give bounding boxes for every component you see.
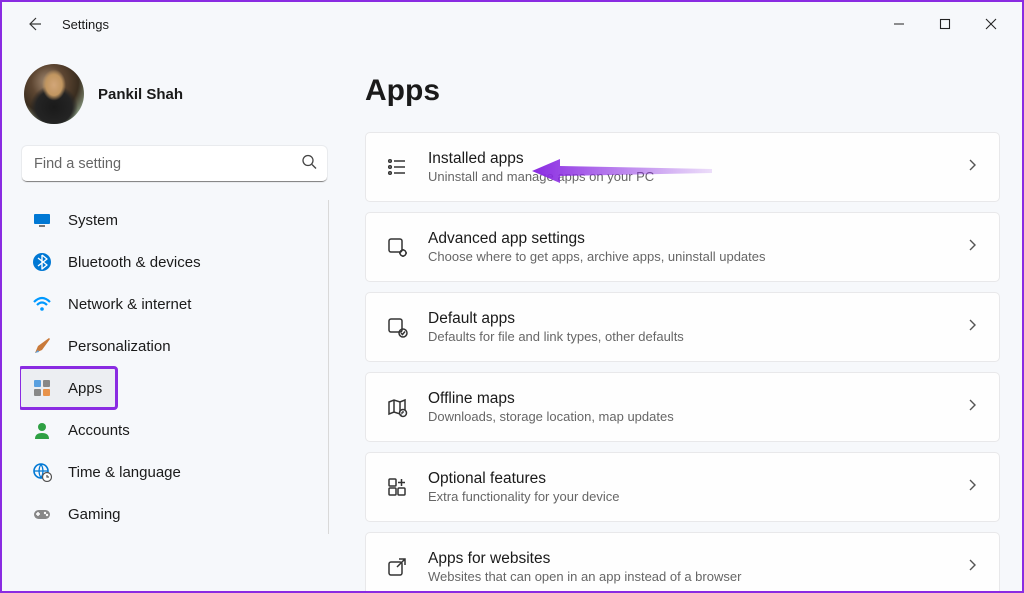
card-subtitle: Extra functionality for your device [428, 489, 945, 504]
minimize-button[interactable] [876, 8, 922, 40]
card-body: Advanced app settings Choose where to ge… [428, 230, 945, 264]
chevron-right-icon [965, 158, 979, 177]
sidebar-item-label: Accounts [68, 422, 130, 439]
card-subtitle: Uninstall and manage apps on your PC [428, 169, 945, 184]
plus-grid-icon [386, 476, 408, 498]
sidebar-item-bluetooth[interactable]: Bluetooth & devices [20, 242, 322, 282]
window-controls [876, 8, 1014, 40]
avatar [24, 64, 84, 124]
sidebar-item-apps[interactable]: Apps [20, 368, 116, 408]
wifi-icon [32, 294, 52, 314]
person-icon [32, 420, 52, 440]
card-body: Apps for websites Websites that can open… [428, 550, 945, 584]
globe-clock-icon [32, 462, 52, 482]
card-default[interactable]: Default apps Defaults for file and link … [365, 292, 1000, 362]
chevron-right-icon [965, 398, 979, 417]
card-websites[interactable]: Apps for websites Websites that can open… [365, 532, 1000, 591]
card-body: Offline maps Downloads, storage location… [428, 390, 945, 424]
bluetooth-icon [32, 252, 52, 272]
sidebar-item-label: Time & language [68, 464, 181, 481]
main-content: Apps Installed apps Uninstall and manage… [337, 46, 1022, 591]
apps-icon [32, 378, 52, 398]
close-button[interactable] [968, 8, 1014, 40]
sidebar-item-accounts[interactable]: Accounts [20, 410, 322, 450]
sidebar-item-system[interactable]: System [20, 200, 322, 240]
card-title: Offline maps [428, 390, 945, 408]
card-subtitle: Defaults for file and link types, other … [428, 329, 945, 344]
card-title: Default apps [428, 310, 945, 328]
sidebar-item-label: Network & internet [68, 296, 191, 313]
card-body: Installed apps Uninstall and manage apps… [428, 150, 945, 184]
gamepad-icon [32, 504, 52, 524]
chevron-right-icon [965, 558, 979, 577]
card-offline[interactable]: Offline maps Downloads, storage location… [365, 372, 1000, 442]
sidebar-item-time[interactable]: Time & language [20, 452, 322, 492]
sidebar-item-label: System [68, 212, 118, 229]
search-icon [301, 154, 317, 175]
sidebar-item-label: Personalization [68, 338, 171, 355]
card-body: Optional features Extra functionality fo… [428, 470, 945, 504]
sidebar: Pankil Shah System Bluetooth & devices Net… [2, 46, 337, 591]
app-gear-icon [386, 236, 408, 258]
chevron-right-icon [965, 238, 979, 257]
sidebar-item-label: Bluetooth & devices [68, 254, 201, 271]
card-list: Installed apps Uninstall and manage apps… [365, 132, 1000, 591]
card-installed[interactable]: Installed apps Uninstall and manage apps… [365, 132, 1000, 202]
card-title: Optional features [428, 470, 945, 488]
profile[interactable]: Pankil Shah [20, 64, 329, 146]
card-body: Default apps Defaults for file and link … [428, 310, 945, 344]
card-title: Apps for websites [428, 550, 945, 568]
card-subtitle: Choose where to get apps, archive apps, … [428, 249, 945, 264]
maximize-button[interactable] [922, 8, 968, 40]
card-advanced[interactable]: Advanced app settings Choose where to ge… [365, 212, 1000, 282]
brush-icon [32, 336, 52, 356]
sidebar-item-label: Apps [68, 380, 102, 397]
list-icon [386, 156, 408, 178]
sidebar-item-network[interactable]: Network & internet [20, 284, 322, 324]
window-title: Settings [62, 17, 109, 32]
card-subtitle: Websites that can open in an app instead… [428, 569, 945, 584]
page-title: Apps [365, 74, 1000, 108]
card-title: Advanced app settings [428, 230, 945, 248]
search-box [22, 146, 327, 182]
card-title: Installed apps [428, 150, 945, 168]
external-icon [386, 556, 408, 578]
sidebar-nav: System Bluetooth & devices Network & inter… [20, 200, 329, 534]
profile-name: Pankil Shah [98, 86, 183, 103]
search-input[interactable] [22, 146, 327, 182]
app-check-icon [386, 316, 408, 338]
titlebar: Settings [2, 2, 1022, 46]
card-subtitle: Downloads, storage location, map updates [428, 409, 945, 424]
chevron-right-icon [965, 318, 979, 337]
back-button[interactable] [24, 14, 44, 34]
chevron-right-icon [965, 478, 979, 497]
sidebar-item-label: Gaming [68, 506, 121, 523]
monitor-icon [32, 210, 52, 230]
sidebar-item-gaming[interactable]: Gaming [20, 494, 322, 534]
map-icon [386, 396, 408, 418]
card-optional[interactable]: Optional features Extra functionality fo… [365, 452, 1000, 522]
sidebar-item-personalization[interactable]: Personalization [20, 326, 322, 366]
